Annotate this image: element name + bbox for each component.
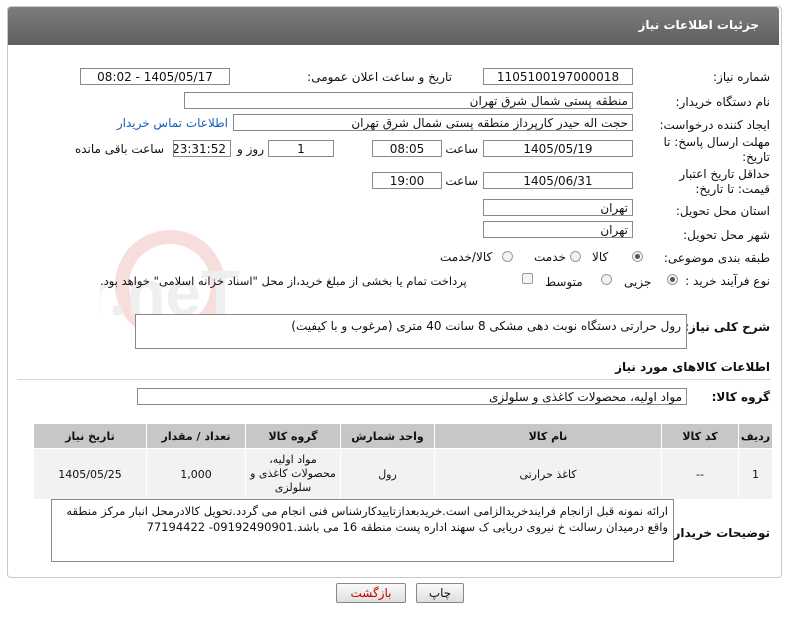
category-radio-service[interactable] — [570, 251, 581, 262]
city-label: شهر محل تحویل: — [683, 228, 770, 242]
process-option-medium: متوسط — [545, 275, 583, 289]
remaining-time-field: 23:31:52 — [173, 140, 231, 157]
city-field: تهران — [483, 221, 633, 238]
price-validity-time: 19:00 — [372, 172, 442, 189]
col-date: تاریخ نیاز — [33, 423, 147, 449]
requester-field: حجت اله حیدر کارپرداز منطقه پستی شمال شر… — [233, 114, 633, 131]
cell-date: 1405/05/25 — [33, 448, 147, 500]
buyer-contact-link[interactable]: اطلاعات تماس خریدار — [117, 116, 228, 130]
process-radio-medium[interactable] — [601, 274, 612, 285]
cell-group: مواد اولیه، محصولات کاغذی و سلولزی — [245, 448, 341, 500]
cell-row: 1 — [738, 448, 773, 500]
buyer-org-field: منطقه پستی شمال شرق تهران — [184, 92, 633, 109]
process-option-minor: جزیی — [624, 275, 652, 289]
need-number-label: شماره نیاز: — [713, 70, 770, 84]
reply-deadline-label: مهلت ارسال پاسخ: تا تاریخ: — [663, 135, 770, 164]
buyer-notes-field: ارائه نمونه قبل ازانجام فرایندخریدالزامی… — [51, 499, 674, 562]
goods-divider — [17, 379, 771, 380]
category-label: طبقه بندی موضوعی: — [663, 251, 770, 265]
province-field: تهران — [483, 199, 633, 216]
general-desc-field: رول حرارتی دستگاه نوبت دهی مشکی 8 سانت 4… — [135, 314, 687, 349]
announce-field: 1405/05/17 - 08:02 — [80, 68, 230, 85]
days-label: روز و — [237, 142, 264, 156]
cell-name: کاغذ حرارتی — [434, 448, 662, 500]
requester-label: ایجاد کننده درخواست: — [659, 118, 770, 132]
col-row: ردیف — [738, 423, 773, 449]
col-quantity: تعداد / مقدار — [146, 423, 246, 449]
price-time-label: ساعت — [445, 174, 478, 188]
process-radio-minor[interactable] — [667, 274, 678, 285]
cell-quantity: 1,000 — [146, 448, 246, 500]
panel-header: جزئیات اطلاعات نیاز — [8, 7, 779, 45]
province-label: استان محل تحویل: — [675, 204, 770, 218]
cell-unit: رول — [340, 448, 435, 500]
panel-title: جزئیات اطلاعات نیاز — [638, 18, 759, 32]
reply-days-field: 1 — [268, 140, 334, 157]
category-radio-goods[interactable] — [632, 251, 643, 262]
category-option-service: خدمت — [534, 250, 566, 264]
col-name: نام کالا — [434, 423, 662, 449]
back-button[interactable]: بازگشت — [336, 583, 406, 603]
treasury-checkbox[interactable] — [522, 273, 533, 284]
goods-table: ردیف کد کالا نام کالا واحد شمارش گروه کا… — [33, 423, 773, 500]
reply-time-label: ساعت — [445, 142, 478, 156]
need-number-field: 1105100197000018 — [483, 68, 633, 85]
col-code: کد کالا — [661, 423, 739, 449]
announce-label: تاریخ و ساعت اعلان عمومی: — [307, 70, 452, 84]
price-validity-label: حداقل تاریخ اعتبار قیمت: تا تاریخ: — [679, 167, 770, 196]
category-option-goods: کالا — [592, 250, 609, 264]
remaining-label: ساعت باقی مانده — [74, 142, 164, 156]
buyer-notes-text: ارائه نمونه قبل ازانجام فرایندخریدالزامی… — [66, 504, 668, 534]
buyer-notes-label: توضیحات خریدار: — [668, 526, 770, 540]
treasury-note: پرداخت تمام یا بخشی از مبلغ خرید،از محل … — [100, 274, 467, 288]
general-desc-text: رول حرارتی دستگاه نوبت دهی مشکی 8 سانت 4… — [291, 319, 681, 333]
cell-code: -- — [661, 448, 739, 500]
reply-deadline-date: 1405/05/19 — [483, 140, 633, 157]
table-row: 1 -- کاغذ حرارتی رول مواد اولیه، محصولات… — [33, 448, 773, 500]
reply-deadline-time: 08:05 — [372, 140, 442, 157]
col-group: گروه کالا — [245, 423, 341, 449]
general-desc-label: شرح کلی نیاز: — [684, 320, 770, 334]
goods-info-title: اطلاعات کالاهای مورد نیاز — [615, 360, 770, 374]
category-radio-goods-service[interactable] — [502, 251, 513, 262]
price-validity-date: 1405/06/31 — [483, 172, 633, 189]
goods-group-field: مواد اولیه، محصولات کاغذی و سلولزی — [137, 388, 687, 405]
process-label: نوع فرآیند خرید : — [685, 274, 770, 288]
goods-group-label: گروه کالا: — [711, 390, 770, 404]
buyer-org-label: نام دستگاه خریدار: — [675, 95, 771, 109]
category-option-goods-service: کالا/خدمت — [440, 250, 493, 264]
col-unit: واحد شمارش — [340, 423, 435, 449]
print-button[interactable]: چاپ — [416, 583, 464, 603]
